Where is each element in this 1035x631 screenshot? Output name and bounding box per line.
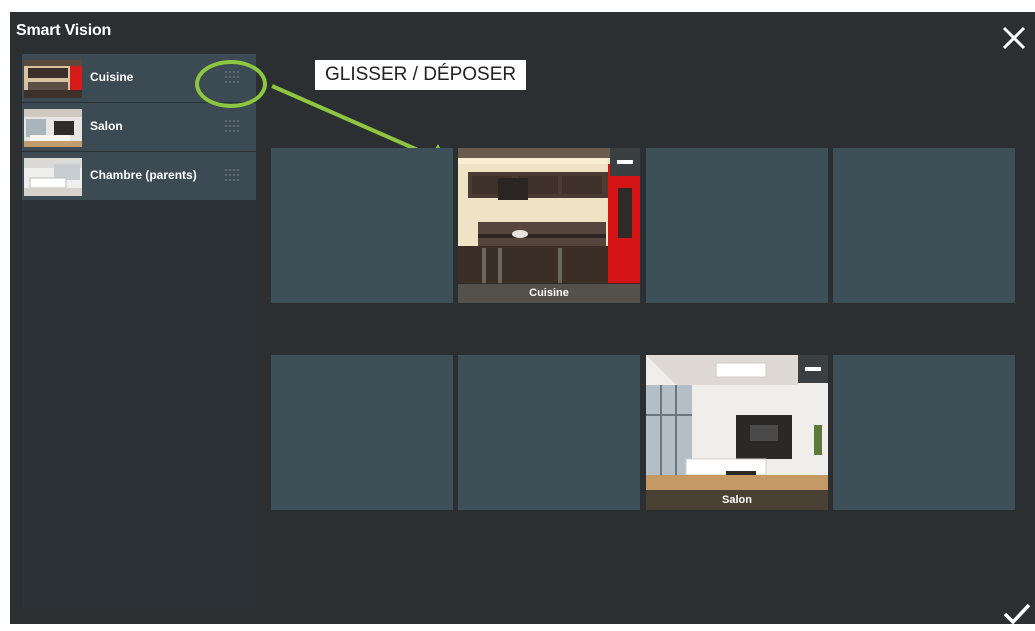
- kitchen-thumbnail: [24, 60, 82, 98]
- bedroom-thumbnail: [24, 158, 82, 196]
- smart-vision-window: Smart Vision Cuisine Salon Chambre (pare…: [10, 12, 1035, 626]
- drop-slot-2[interactable]: Cuisine: [458, 148, 640, 303]
- confirm-button[interactable]: [1002, 602, 1032, 626]
- drop-slot-3[interactable]: [646, 148, 828, 303]
- drop-slot-5[interactable]: [271, 355, 453, 510]
- drop-slot-6[interactable]: [458, 355, 640, 510]
- close-button[interactable]: [1001, 25, 1027, 51]
- scene-list: Cuisine Salon Chambre (parents): [22, 54, 256, 608]
- remove-button[interactable]: [798, 355, 828, 383]
- scene-list-item-chambre[interactable]: Chambre (parents): [22, 152, 256, 201]
- close-icon: [1002, 26, 1026, 50]
- living-room-thumbnail: [24, 109, 82, 147]
- drop-slot-7[interactable]: Salon: [646, 355, 828, 510]
- drop-slot-8[interactable]: [833, 355, 1015, 510]
- scene-list-item-label: Salon: [90, 119, 123, 133]
- slot-caption: Cuisine: [458, 283, 640, 303]
- slot-caption: Salon: [646, 490, 828, 510]
- drop-slot-1[interactable]: [271, 148, 453, 303]
- drag-handle-icon[interactable]: [225, 169, 239, 181]
- drag-handle-icon[interactable]: [225, 120, 239, 132]
- app-title: Smart Vision: [16, 22, 112, 39]
- check-icon: [1003, 603, 1031, 625]
- scene-list-item-label: Chambre (parents): [90, 168, 197, 182]
- drop-slot-4[interactable]: [833, 148, 1015, 303]
- scene-list-item-salon[interactable]: Salon: [22, 103, 256, 152]
- remove-button[interactable]: [610, 148, 640, 176]
- scene-list-item-label: Cuisine: [90, 70, 134, 84]
- drag-handle-highlight: [195, 60, 267, 108]
